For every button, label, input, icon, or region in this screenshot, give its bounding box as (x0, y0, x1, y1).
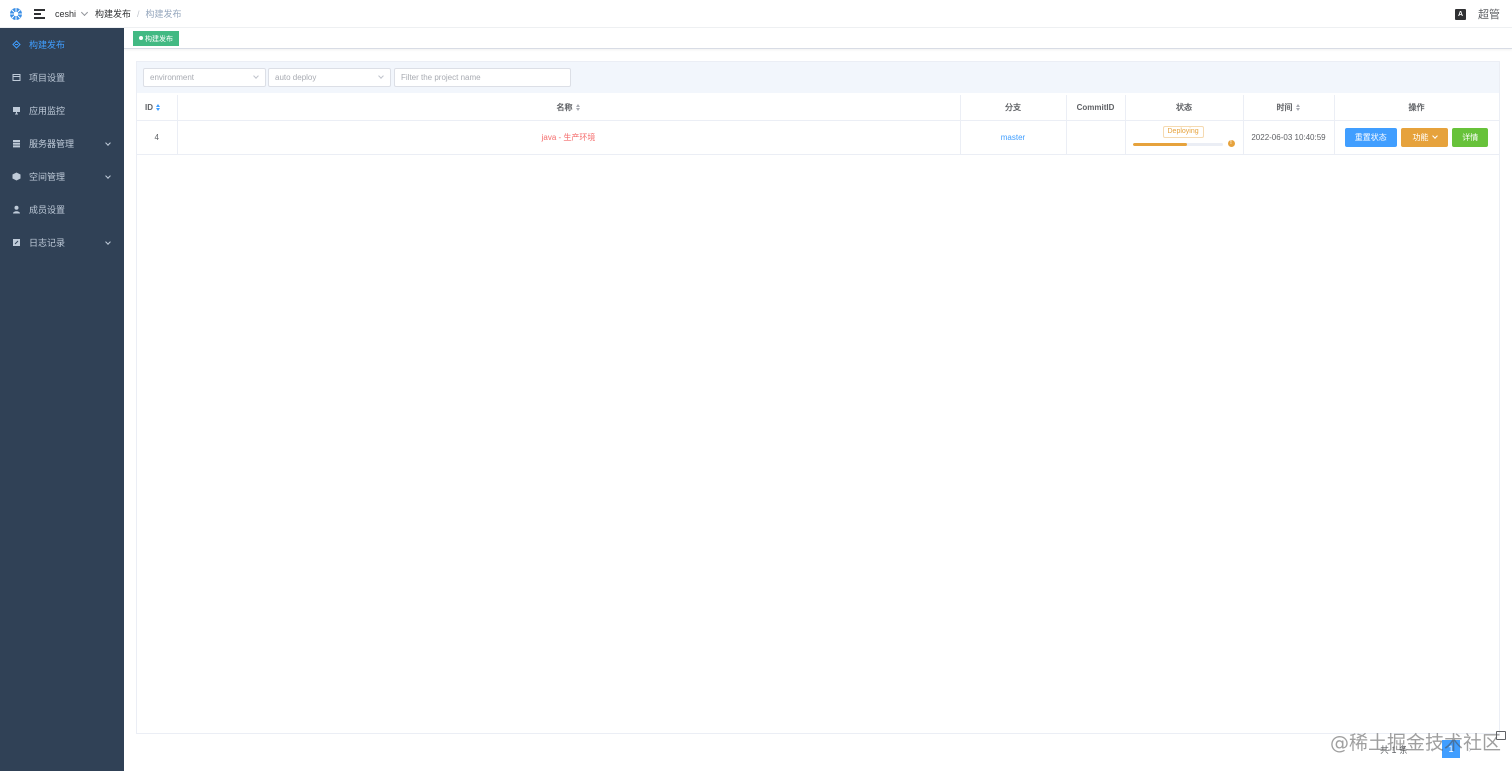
breadcrumb-current: 构建发布 (145, 9, 182, 19)
filter-bar: environment auto deploy (137, 62, 1499, 93)
cell-branch: master (960, 120, 1067, 155)
cell-time: 2022-06-03 10:40:59 (1243, 120, 1335, 155)
sidebar-item-label: 日志记录 (29, 238, 66, 248)
column-header-status: 状态 (1125, 95, 1244, 121)
column-header-actions: 操作 (1334, 95, 1500, 121)
tag-label: 构建发布 (145, 36, 173, 43)
cell-actions: 重置状态 功能 详情 (1334, 120, 1500, 155)
tag-deploy[interactable]: 构建发布 (133, 31, 179, 46)
hamburger-menu-icon[interactable] (34, 8, 45, 19)
chevron-down-icon (253, 73, 259, 79)
function-button-label: 功能 (1412, 132, 1429, 142)
column-header-id[interactable]: ID (137, 95, 178, 121)
sidebar-item-member[interactable]: 成员设置 (0, 193, 124, 226)
table-row: 4 java - 生产环境 master Deploying ! 2022-06… (137, 120, 1500, 155)
sidebar-item-log[interactable]: 日志记录 (0, 226, 124, 259)
details-button[interactable]: 详情 (1452, 127, 1489, 147)
deploy-table: ID 名称 分支 CommitID 状态 时间 操作 4 java - 生产环境… (137, 95, 1500, 155)
project-name-filter-input[interactable] (394, 68, 571, 87)
watermark: @稀土掘金技术社区 (1330, 732, 1502, 754)
sort-icon[interactable] (575, 103, 581, 111)
table-header-row: ID 名称 分支 CommitID 状态 时间 操作 (137, 95, 1500, 121)
auto-deploy-select[interactable]: auto deploy (268, 68, 391, 87)
breadcrumb-item[interactable]: 构建发布 (95, 7, 131, 20)
chevron-down-icon (378, 73, 384, 79)
sidebar-item-namespace[interactable]: 空间管理 (0, 160, 124, 193)
column-header-commit-id: CommitID (1066, 95, 1126, 121)
warning-icon: ! (1227, 139, 1235, 147)
deploy-progress-bar (1132, 142, 1223, 146)
server-icon (12, 139, 21, 148)
sidebar-item-monitor[interactable]: 应用监控 (0, 94, 124, 127)
environment-select[interactable]: environment (143, 68, 266, 87)
user-menu[interactable]: 超管 (1478, 6, 1500, 22)
sort-icon[interactable] (1295, 103, 1301, 111)
sidebar-item-project[interactable]: 项目设置 (0, 61, 124, 94)
chevron-down-icon (1431, 132, 1438, 139)
sidebar-item-label: 构建发布 (29, 40, 66, 50)
chevron-down-icon (105, 173, 111, 179)
member-icon (12, 205, 21, 214)
column-header-time[interactable]: 时间 (1243, 95, 1335, 121)
chevron-down-icon (105, 239, 111, 245)
function-dropdown-button[interactable]: 功能 (1401, 127, 1448, 147)
status-badge: Deploying (1162, 125, 1204, 138)
project-icon (12, 73, 21, 82)
auto-deploy-select-placeholder: auto deploy (275, 73, 317, 82)
sidebar-item-label: 空间管理 (29, 172, 66, 182)
progress-fill (1132, 142, 1187, 146)
environment-select-placeholder: environment (150, 73, 195, 82)
reset-status-button[interactable]: 重置状态 (1344, 127, 1397, 147)
sidebar-item-label: 成员设置 (29, 205, 66, 215)
cell-commit-id (1066, 120, 1126, 155)
top-navbar: ceshi 构建发布 / 构建发布 A 超管 (0, 0, 1512, 28)
namespace-label: ceshi (55, 8, 77, 19)
deploy-icon (12, 40, 21, 49)
namespace-icon (12, 172, 21, 181)
namespace-switcher[interactable]: ceshi (55, 8, 89, 19)
cell-status: Deploying ! (1125, 120, 1244, 155)
column-header-branch: 分支 (960, 95, 1067, 121)
chevron-down-icon (80, 8, 89, 16)
back-to-top-icon[interactable] (1496, 731, 1506, 740)
tags-view: 构建发布 (124, 28, 1512, 49)
language-icon[interactable]: A (1455, 8, 1466, 20)
sidebar-item-label: 应用监控 (29, 106, 66, 116)
log-icon (12, 238, 21, 247)
sidebar-item-server[interactable]: 服务器管理 (0, 127, 124, 160)
main-content: environment auto deploy ID 名称 分支 CommitI… (136, 61, 1500, 734)
cell-project-name: java - 生产环境 (177, 120, 961, 155)
sidebar-item-label: 服务器管理 (29, 139, 75, 149)
sort-icon[interactable] (156, 103, 161, 111)
column-header-name[interactable]: 名称 (177, 95, 961, 121)
cell-id: 4 (137, 120, 178, 155)
logo-icon (10, 7, 22, 20)
chevron-down-icon (105, 140, 111, 146)
dot-icon (139, 36, 143, 40)
monitor-icon (12, 106, 21, 115)
breadcrumb: 构建发布 / 构建发布 (95, 7, 182, 20)
sidebar-item-label: 项目设置 (29, 73, 66, 83)
sidebar: 构建发布 项目设置 应用监控 服务器管理 空间管理 成员设置 日志记录 (0, 28, 124, 771)
sidebar-item-deploy[interactable]: 构建发布 (0, 28, 124, 61)
